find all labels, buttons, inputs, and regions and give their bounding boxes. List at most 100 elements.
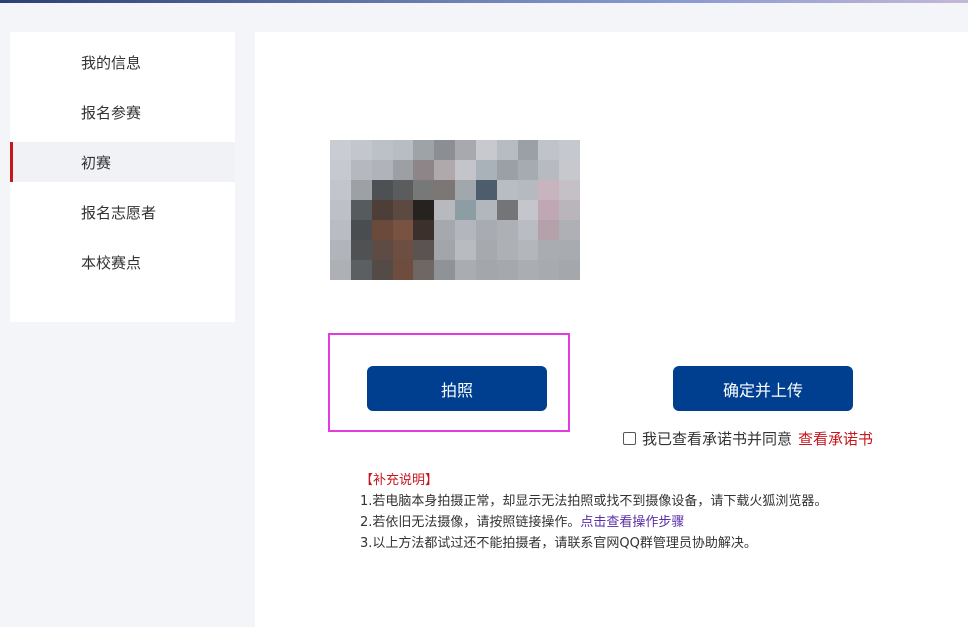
mosaic-cell [371,160,393,180]
mosaic-cell [350,260,372,280]
mosaic-cell [392,260,414,280]
mosaic-cell [475,240,497,260]
mosaic-cell [496,180,518,200]
view-commitment-link[interactable]: 查看承诺书 [798,428,873,449]
mosaic-cell [371,220,393,240]
sidebar-item-label: 报名志愿者 [81,203,157,222]
mosaic-cell [330,180,351,200]
mosaic-cell [496,140,518,160]
mosaic-cell [434,200,455,220]
note-line-3: 3.以上方法都试过还不能拍摄者，请联系官网QQ群管理员协助解决。 [360,536,757,551]
mosaic-cell [350,200,372,220]
mosaic-cell [350,160,372,180]
mosaic-cell [392,220,414,240]
agree-checkbox[interactable] [623,432,636,445]
sidebar-item-label: 我的信息 [81,53,142,72]
mosaic-cell [330,140,351,160]
note-line-2: 2.若依旧无法摄像，请按照链接操作。点击查看操作步骤 [360,512,860,533]
notes-title: 【补充说明】 [360,473,439,488]
mosaic-cell [392,200,414,220]
mosaic-cell [475,260,497,280]
mosaic-cell [559,240,580,260]
mosaic-cell [350,140,372,160]
take-photo-button[interactable]: 拍照 [367,366,547,411]
mosaic-cell [517,200,539,220]
mosaic-cell [455,180,476,200]
mosaic-cell [538,240,560,260]
mosaic-cell [517,160,539,180]
mosaic-cell [392,240,414,260]
mosaic-cell [413,240,435,260]
mosaic-cell [559,260,580,280]
mosaic-cell [413,260,435,280]
mosaic-cell [455,200,476,220]
mosaic-cell [517,220,539,240]
sidebar-item-label: 本校赛点 [81,253,142,272]
mosaic-cell [330,240,351,260]
mosaic-cell [538,200,560,220]
mosaic-cell [496,260,518,280]
mosaic-cell [517,140,539,160]
mosaic-cell [496,160,518,180]
mosaic-cell [475,200,497,220]
mosaic-cell [350,240,372,260]
mosaic-cell [413,140,435,160]
mosaic-cell [434,240,455,260]
mosaic-cell [455,160,476,180]
mosaic-cell [496,200,518,220]
mosaic-cell [434,140,455,160]
mosaic-cell [538,160,560,180]
mosaic-cell [371,140,393,160]
sidebar-item-volunteer[interactable]: 报名志愿者 [10,192,235,232]
mosaic-cell [434,220,455,240]
top-bar [0,0,968,3]
mosaic-cell [371,260,393,280]
sidebar-item-my-info[interactable]: 我的信息 [10,42,235,82]
mosaic-cell [392,140,414,160]
mosaic-cell [538,140,560,160]
sidebar-item-school-venue[interactable]: 本校赛点 [10,242,235,282]
mosaic-cell [455,140,476,160]
mosaic-cell [392,180,414,200]
mosaic-cell [538,220,560,240]
mosaic-cell [413,180,435,200]
note-line-2-text: 2.若依旧无法摄像，请按照链接操作。 [360,515,581,530]
mosaic-cell [455,220,476,240]
mosaic-cell [413,220,435,240]
agreement-row: 我已查看承诺书并同意 查看承诺书 [623,428,873,449]
mosaic-cell [350,180,372,200]
mosaic-cell [559,220,580,240]
mosaic-cell [350,220,372,240]
agree-text: 我已查看承诺书并同意 [642,430,793,448]
mosaic-cell [371,240,393,260]
mosaic-cell [559,180,580,200]
mosaic-cell [434,260,455,280]
mosaic-cell [392,160,414,180]
sidebar-item-preliminary[interactable]: 初赛 [10,142,235,182]
mosaic-cell [434,160,455,180]
sidebar-item-register[interactable]: 报名参赛 [10,92,235,132]
mosaic-cell [517,180,539,200]
mosaic-cell [559,160,580,180]
mosaic-cell [371,180,393,200]
mosaic-cell [455,240,476,260]
mosaic-cell [475,180,497,200]
mosaic-cell [496,220,518,240]
mosaic-cell [475,140,497,160]
operation-steps-link[interactable]: 点击查看操作步骤 [580,515,684,530]
sidebar: 我的信息 报名参赛 初赛 报名志愿者 本校赛点 [10,32,235,322]
supplementary-notes: 【补充说明】 1.若电脑本身拍摄正常，却显示无法拍照或找不到摄像设备，请下载火狐… [360,470,860,554]
mosaic-cell [559,140,580,160]
mosaic-cell [330,200,351,220]
mosaic-cell [330,160,351,180]
mosaic-cell [330,220,351,240]
mosaic-cell [413,160,435,180]
mosaic-cell [475,160,497,180]
mosaic-cell [559,200,580,220]
mosaic-cell [538,180,560,200]
confirm-upload-button[interactable]: 确定并上传 [673,366,853,411]
mosaic-cell [413,200,435,220]
mosaic-cell [475,220,497,240]
note-line-1: 1.若电脑本身拍摄正常，却显示无法拍照或找不到摄像设备，请下载火狐浏览器。 [360,494,828,509]
mosaic-cell [496,240,518,260]
